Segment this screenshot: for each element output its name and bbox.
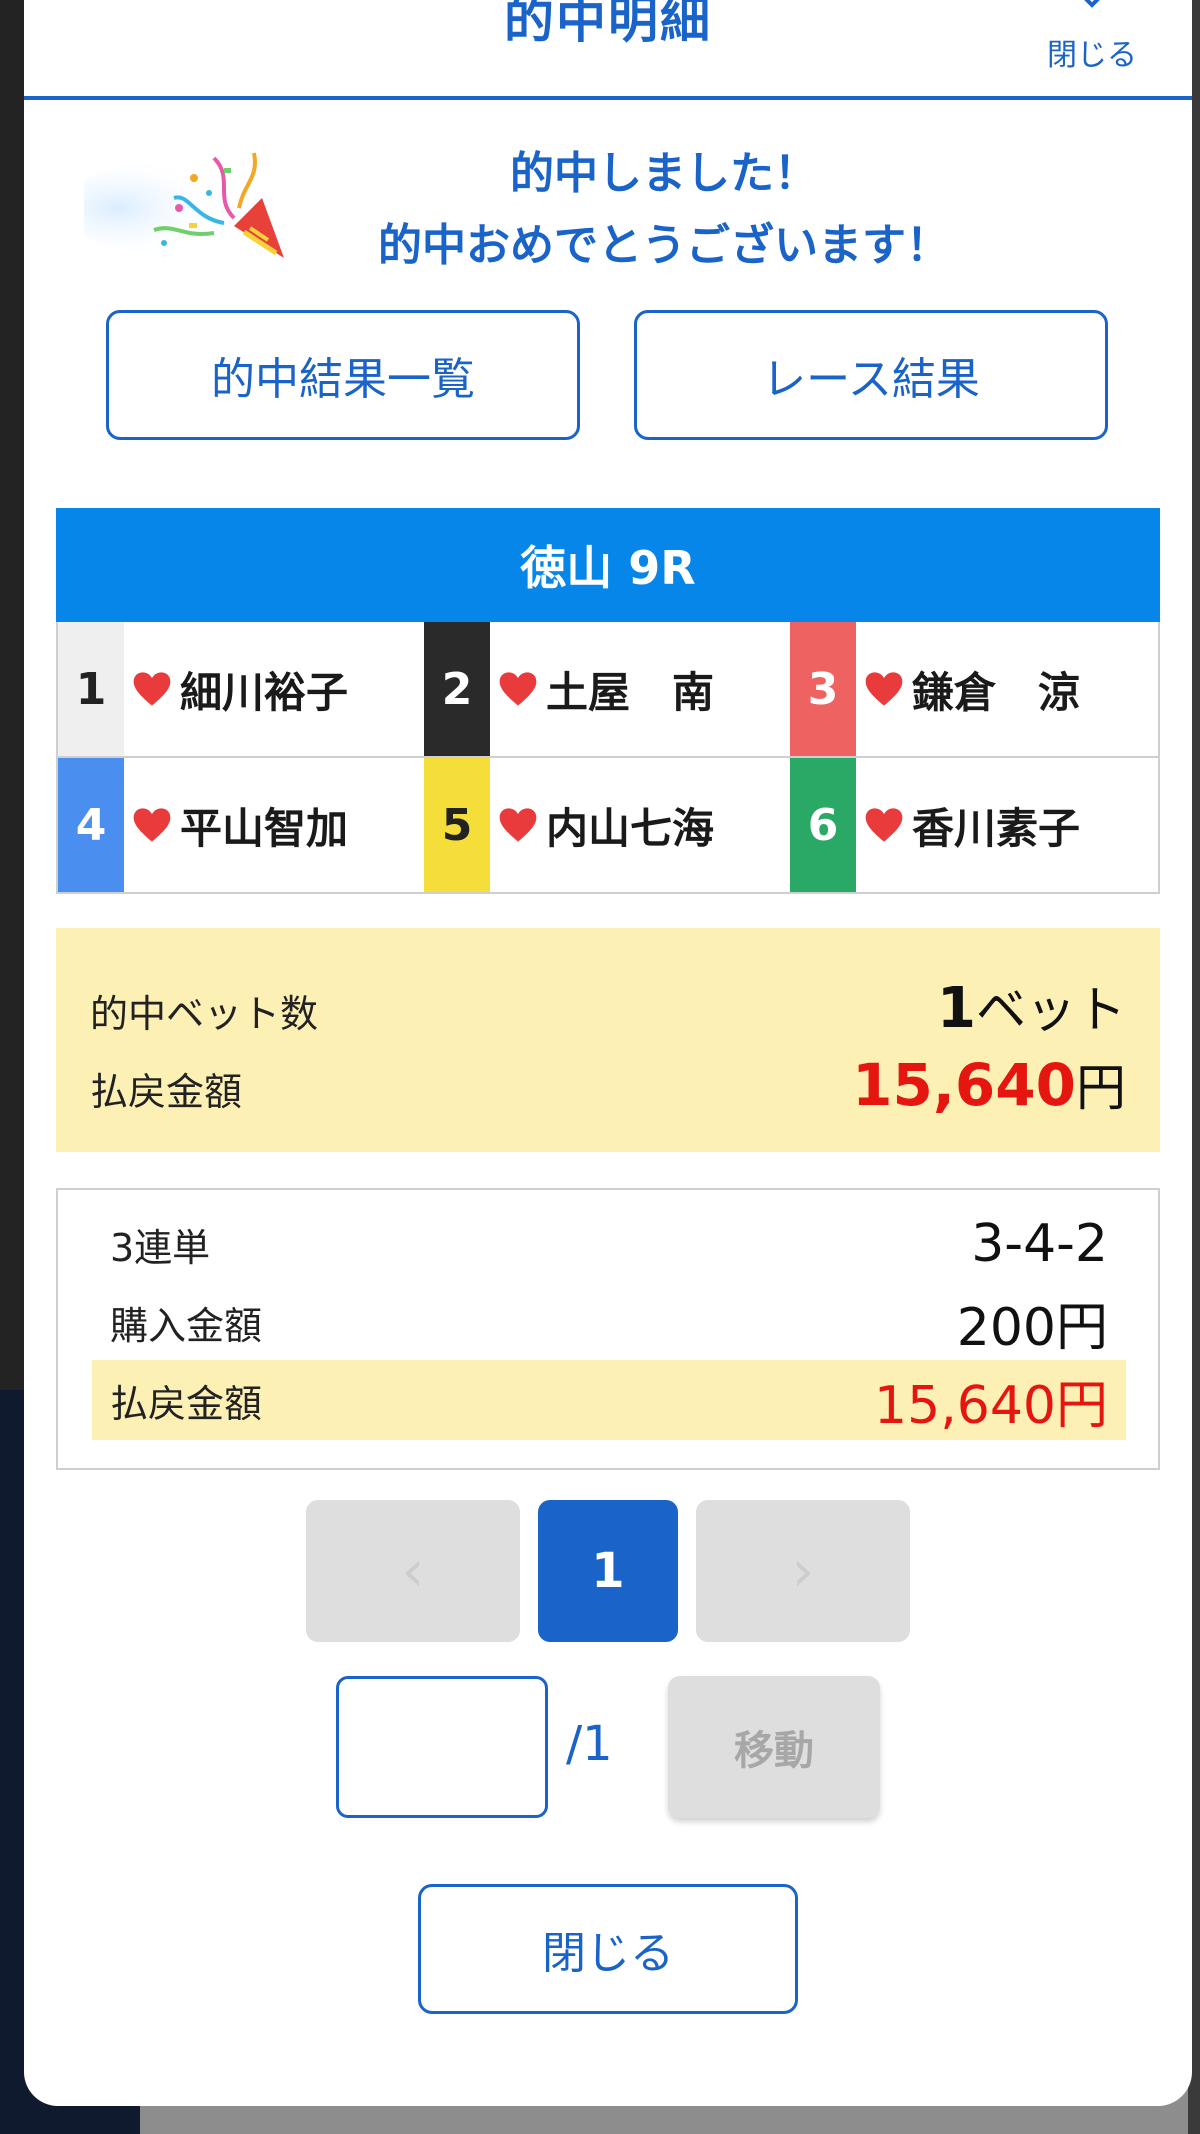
racer-2: 2 土屋 南 (424, 622, 790, 756)
racer-number: 3 (790, 622, 856, 756)
bet-count-row: 的中ベット数 1ベット (90, 970, 1126, 1042)
heart-icon (133, 808, 171, 842)
page-number-input[interactable] (336, 1676, 548, 1818)
racer-number: 4 (58, 758, 124, 892)
bet-count-value: 1ベット (937, 970, 1126, 1042)
racer-number: 6 (790, 758, 856, 892)
racer-name: 土屋 南 (546, 667, 715, 717)
next-page-button[interactable]: › (696, 1500, 910, 1642)
detail-payout-label: 払戻金額 (110, 1381, 263, 1426)
racer-5: 5 内山七海 (424, 758, 790, 892)
congrats-line-1: 的中しました！ (510, 148, 818, 199)
race-results-button[interactable]: レース結果 (634, 310, 1108, 440)
hit-detail-modal: 的中明細 閉じる 的中しました！ 的中おめでとうございます！ 的中結果一覧 レー… (24, 0, 1192, 2106)
payout-unit: 円 (1076, 1059, 1126, 1117)
payout-amount: 15,640 (852, 1051, 1076, 1119)
congrats-line-2: 的中おめでとうございます！ (378, 220, 950, 271)
racer-3: 3 鎌倉 涼 (790, 622, 1156, 756)
heart-icon (865, 672, 903, 706)
bet-count-unit: ベット (976, 981, 1126, 1039)
heart-icon (499, 808, 537, 842)
racer-4: 4 平山智加 (58, 758, 424, 892)
bet-count-number: 1 (937, 976, 976, 1041)
racer-name: 内山七海 (546, 803, 715, 853)
payout-row: 払戻金額 15,640円 (90, 1048, 1126, 1120)
racer-number: 1 (58, 622, 124, 756)
racer-name: 細川裕子 (180, 667, 349, 717)
payout-label: 払戻金額 (90, 1070, 243, 1114)
jump-button[interactable]: 移動 (668, 1676, 880, 1818)
bet-type-row: 3連単 3-4-2 (92, 1204, 1126, 1284)
payout-value: 15,640円 (852, 1048, 1126, 1120)
purchase-value: 200円 (956, 1297, 1108, 1358)
page-total: /1 (566, 1716, 613, 1772)
racer-name: 香川素子 (912, 803, 1081, 853)
racer-1: 1 細川裕子 (58, 622, 424, 756)
bet-count-label: 的中ベット数 (90, 992, 319, 1036)
heart-icon (499, 672, 537, 706)
detail-payout-value: 15,640円 (874, 1375, 1108, 1436)
congrats-banner: 的中しました！ 的中おめでとうございます！ (24, 138, 1192, 278)
racer-name: 平山智加 (180, 803, 349, 853)
bet-detail: 3連単 3-4-2 購入金額 200円 払戻金額 15,640円 (56, 1188, 1160, 1470)
racer-number: 5 (424, 758, 490, 892)
racer-number: 2 (424, 622, 490, 756)
race-title: 徳山 9R (56, 508, 1160, 622)
heart-icon (133, 672, 171, 706)
current-page-button[interactable]: 1 (538, 1500, 678, 1642)
prev-page-button[interactable]: ‹ (306, 1500, 520, 1642)
party-popper-icon (84, 152, 284, 258)
racer-name: 鎌倉 涼 (912, 667, 1081, 717)
purchase-row: 購入金額 200円 (92, 1282, 1126, 1362)
close-button[interactable]: 閉じる (418, 1884, 798, 2014)
bet-type-label: 3連単 (110, 1225, 211, 1270)
detail-payout-row: 払戻金額 15,640円 (92, 1360, 1126, 1440)
racer-grid: 1 細川裕子 2 土屋 南 3 鎌倉 涼 4 平山智加 5 内山七海 6 香川素… (56, 622, 1160, 894)
heart-icon (865, 808, 903, 842)
racer-6: 6 香川素子 (790, 758, 1156, 892)
header-close-label: 閉じる (1047, 38, 1137, 73)
purchase-label: 購入金額 (110, 1303, 263, 1348)
hit-results-list-button[interactable]: 的中結果一覧 (106, 310, 580, 440)
close-icon (1022, 0, 1162, 24)
bet-combination: 3-4-2 (971, 1214, 1108, 1274)
hit-summary: 的中ベット数 1ベット 払戻金額 15,640円 (56, 928, 1160, 1152)
modal-title: 的中明細 (504, 0, 712, 49)
modal-header: 的中明細 閉じる (24, 0, 1192, 100)
congrats-message: 的中しました！ 的中おめでとうございます！ (304, 138, 1024, 282)
header-close-button[interactable]: 閉じる (1022, 0, 1162, 73)
